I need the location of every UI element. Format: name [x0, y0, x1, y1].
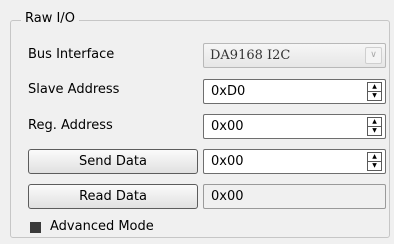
send-data-button[interactable]: Send Data [28, 149, 198, 174]
bus-interface-combobox[interactable]: DA9168 I2C ∨ [203, 43, 386, 68]
slave-address-spinbox[interactable]: 0xD0 ▲ ▼ [203, 79, 386, 104]
group-title: Raw I/O [21, 11, 79, 27]
spin-down-icon[interactable]: ▼ [368, 127, 381, 135]
read-data-button[interactable]: Read Data [28, 184, 198, 209]
spin-up-icon[interactable]: ▲ [368, 118, 381, 127]
slave-address-value[interactable]: 0xD0 [211, 84, 245, 100]
advanced-mode-label[interactable]: Advanced Mode [50, 219, 154, 235]
spin-buttons: ▲ ▼ [367, 152, 382, 171]
reg-address-value[interactable]: 0x00 [211, 119, 244, 135]
spin-down-icon[interactable]: ▼ [368, 92, 381, 100]
spin-up-icon[interactable]: ▲ [368, 83, 381, 92]
chevron-down-icon[interactable]: ∨ [365, 47, 382, 64]
send-data-value[interactable]: 0x00 [211, 154, 244, 170]
send-data-spinbox[interactable]: 0x00 ▲ ▼ [203, 149, 386, 174]
spin-buttons: ▲ ▼ [367, 82, 382, 101]
spin-down-icon[interactable]: ▼ [368, 162, 381, 170]
read-data-value: 0x00 [211, 189, 244, 204]
bus-interface-value: DA9168 I2C [210, 48, 291, 63]
read-data-field: 0x00 [203, 184, 386, 209]
reg-address-spinbox[interactable]: 0x00 ▲ ▼ [203, 114, 386, 139]
bus-interface-label: Bus Interface [28, 47, 115, 62]
spin-buttons: ▲ ▼ [367, 117, 382, 136]
reg-address-label: Reg. Address [28, 118, 113, 133]
advanced-mode-checkbox[interactable] [30, 222, 41, 233]
spin-up-icon[interactable]: ▲ [368, 153, 381, 162]
slave-address-label: Slave Address [28, 82, 120, 97]
